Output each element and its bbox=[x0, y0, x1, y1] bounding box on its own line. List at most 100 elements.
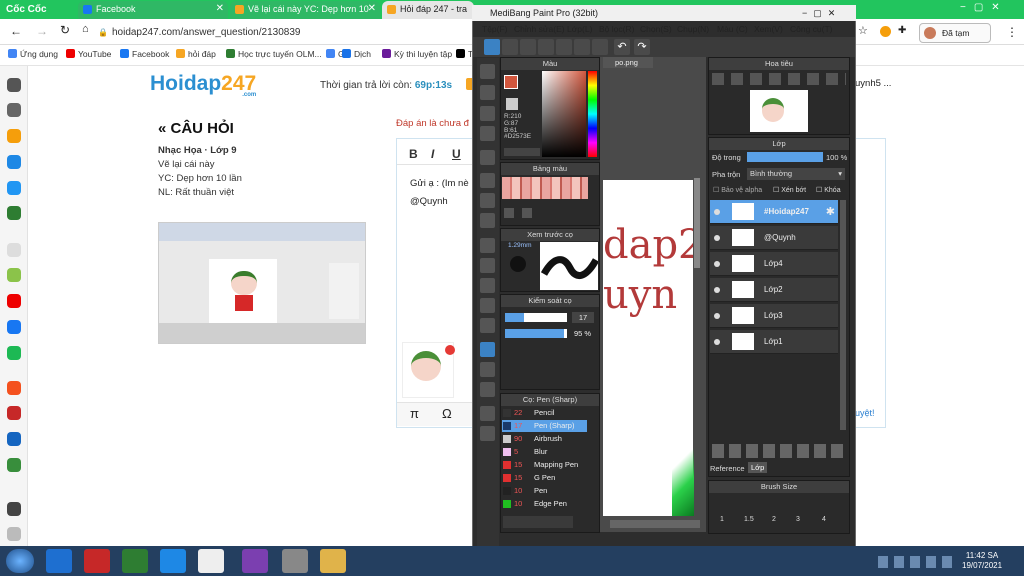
close-icon[interactable]: ✕ bbox=[216, 1, 224, 17]
brush-size-option[interactable]: 3 bbox=[796, 516, 800, 523]
palette-delete-icon[interactable] bbox=[522, 208, 532, 218]
transparent-swatch[interactable] bbox=[506, 98, 518, 110]
tab-layer[interactable]: Lớp bbox=[748, 462, 768, 473]
history-icon[interactable] bbox=[7, 103, 21, 117]
eye-icon[interactable] bbox=[714, 339, 720, 345]
facebook-icon[interactable] bbox=[7, 320, 21, 334]
messenger-icon[interactable] bbox=[7, 155, 21, 169]
tab-hoidap-active[interactable]: Hỏi đáp 247 - tra bbox=[382, 1, 474, 19]
text-tool-icon[interactable] bbox=[480, 342, 495, 357]
layer-item[interactable]: Lớp4 bbox=[710, 252, 838, 276]
tab-question[interactable]: Vẽ lại cái này YC: Dẹp hơn 10 ✕ bbox=[230, 1, 380, 19]
canvas-tab[interactable]: po.png bbox=[603, 57, 653, 68]
menu-color[interactable]: Màu (C) bbox=[717, 21, 748, 37]
star-icon[interactable]: ☆ bbox=[858, 24, 868, 37]
gradient-tool-icon[interactable] bbox=[480, 213, 495, 228]
app-taskbar-icon[interactable] bbox=[282, 549, 308, 573]
zalo-icon[interactable] bbox=[7, 181, 21, 195]
palette-add-icon[interactable] bbox=[504, 208, 514, 218]
protect-alpha-checkbox[interactable]: ☐ Bảo vệ alpha bbox=[713, 186, 762, 194]
share-icon[interactable] bbox=[502, 39, 518, 55]
tray-icons[interactable] bbox=[878, 556, 956, 568]
window-controls[interactable]: −▢✕ bbox=[802, 5, 841, 21]
move-tool-icon[interactable] bbox=[480, 150, 495, 165]
forward-icon[interactable]: → bbox=[36, 24, 48, 38]
menu-edit[interactable]: Chỉnh sửa(E) bbox=[514, 21, 565, 37]
brush-size-option[interactable]: 2 bbox=[772, 516, 776, 523]
undo-icon[interactable]: ↶ bbox=[614, 39, 630, 55]
layer-item-selected[interactable]: #Hoidap247 ✱ bbox=[710, 200, 838, 224]
eye-icon[interactable] bbox=[714, 235, 720, 241]
layer-opacity-slider[interactable] bbox=[747, 152, 823, 162]
comment-icon[interactable] bbox=[520, 39, 536, 55]
menu-file[interactable]: Tệp(F) bbox=[482, 21, 508, 37]
layer-item[interactable]: @Quynh bbox=[710, 226, 838, 250]
bookmark-exam[interactable]: Kỳ thi luyện tập bbox=[382, 49, 452, 59]
fill-rect-tool-icon[interactable] bbox=[480, 173, 495, 188]
cloud-icon[interactable] bbox=[484, 39, 500, 55]
clipping-checkbox[interactable]: ☐ Xén bớt bbox=[773, 186, 806, 194]
eye-icon[interactable] bbox=[714, 313, 720, 319]
tab-facebook[interactable]: Facebook ✕ bbox=[78, 1, 228, 19]
lasso-tool-icon[interactable] bbox=[480, 258, 495, 273]
bookmark-olm[interactable]: Học trực tuyến OLM... bbox=[226, 49, 322, 59]
coccoc-taskbar-icon[interactable] bbox=[122, 549, 148, 573]
menu-select[interactable]: Chọn(S) bbox=[640, 21, 672, 37]
brush-item[interactable]: 10 Pen bbox=[502, 485, 587, 497]
zoom-app-icon[interactable] bbox=[160, 549, 186, 573]
layer-item[interactable]: Lớp2 bbox=[710, 278, 838, 302]
menu-capture[interactable]: Chụp(N) bbox=[677, 21, 709, 37]
brush-size-option[interactable]: 1 bbox=[720, 516, 724, 523]
bookmark-tiktok[interactable]: T bbox=[456, 49, 473, 59]
primary-color-swatch[interactable] bbox=[504, 75, 518, 89]
add-icon[interactable] bbox=[7, 243, 21, 257]
youtube-icon[interactable] bbox=[7, 294, 21, 308]
site-logo[interactable]: Hoidap247 .com bbox=[150, 72, 256, 98]
brush-tool-icon[interactable] bbox=[480, 64, 495, 79]
select-pen-tool-icon[interactable] bbox=[480, 298, 495, 313]
lock-checkbox[interactable]: ☐ Khóa bbox=[816, 186, 841, 194]
brush-item-selected[interactable]: 17 Pen (Sharp) bbox=[502, 420, 587, 432]
brush-item[interactable]: 15 Mapping Pen bbox=[502, 459, 587, 471]
bold-button[interactable]: B bbox=[409, 147, 418, 161]
export-icon[interactable] bbox=[592, 39, 608, 55]
attached-image[interactable] bbox=[402, 342, 455, 398]
menu-dots-icon[interactable]: ⋮ bbox=[1006, 25, 1018, 39]
pen-small-tool-icon[interactable] bbox=[480, 406, 495, 421]
brush-item[interactable]: 15 G Pen bbox=[502, 472, 587, 484]
medibang-taskbar-icon[interactable] bbox=[242, 549, 268, 573]
settings-icon[interactable] bbox=[7, 78, 21, 92]
palette-swatches[interactable] bbox=[502, 177, 588, 199]
brush-size-slider[interactable] bbox=[505, 313, 567, 322]
navigator-thumbnail[interactable] bbox=[750, 90, 808, 132]
select-tool-icon[interactable] bbox=[480, 238, 495, 253]
shop-icon[interactable] bbox=[7, 381, 21, 395]
eye-icon[interactable] bbox=[714, 209, 720, 215]
blend-mode-select[interactable]: Bình thường ▾ bbox=[747, 168, 845, 180]
bookmark-youtube[interactable]: YouTube bbox=[66, 49, 111, 59]
puzzle-icon[interactable]: ✚ bbox=[898, 25, 906, 36]
more-icon[interactable] bbox=[7, 527, 21, 541]
brush-item[interactable]: 5 Blur bbox=[502, 446, 587, 458]
hue-slider[interactable] bbox=[588, 71, 597, 157]
browser-brand[interactable]: Cốc Cốc bbox=[6, 2, 47, 17]
tab-reference[interactable]: Reference bbox=[710, 464, 745, 473]
extension-icon[interactable] bbox=[880, 26, 891, 37]
menu-layer[interactable]: Lớp(L) bbox=[567, 21, 592, 37]
redo-icon[interactable]: ↷ bbox=[634, 39, 650, 55]
open-icon[interactable] bbox=[556, 39, 572, 55]
layer-scrollbar[interactable] bbox=[840, 200, 846, 430]
select-eraser-tool-icon[interactable] bbox=[480, 318, 495, 333]
menu-filter[interactable]: Bộ lọc(R) bbox=[599, 21, 634, 37]
navigator-buttons[interactable] bbox=[712, 73, 846, 85]
turtle-icon[interactable] bbox=[7, 458, 21, 472]
explorer-taskbar-icon[interactable] bbox=[320, 549, 346, 573]
clock[interactable]: 11:42 SA 19/07/2021 bbox=[962, 551, 1002, 571]
start-button[interactable] bbox=[6, 549, 34, 573]
reload-icon[interactable]: ↻ bbox=[60, 23, 70, 37]
save-icon[interactable] bbox=[574, 39, 590, 55]
question-image[interactable] bbox=[158, 222, 366, 344]
stopped-button[interactable]: Đã tạm dừng bbox=[919, 23, 991, 56]
menu-view[interactable]: Xem(V) bbox=[754, 21, 783, 37]
brush-item[interactable]: 10 Edge Pen bbox=[502, 498, 587, 510]
